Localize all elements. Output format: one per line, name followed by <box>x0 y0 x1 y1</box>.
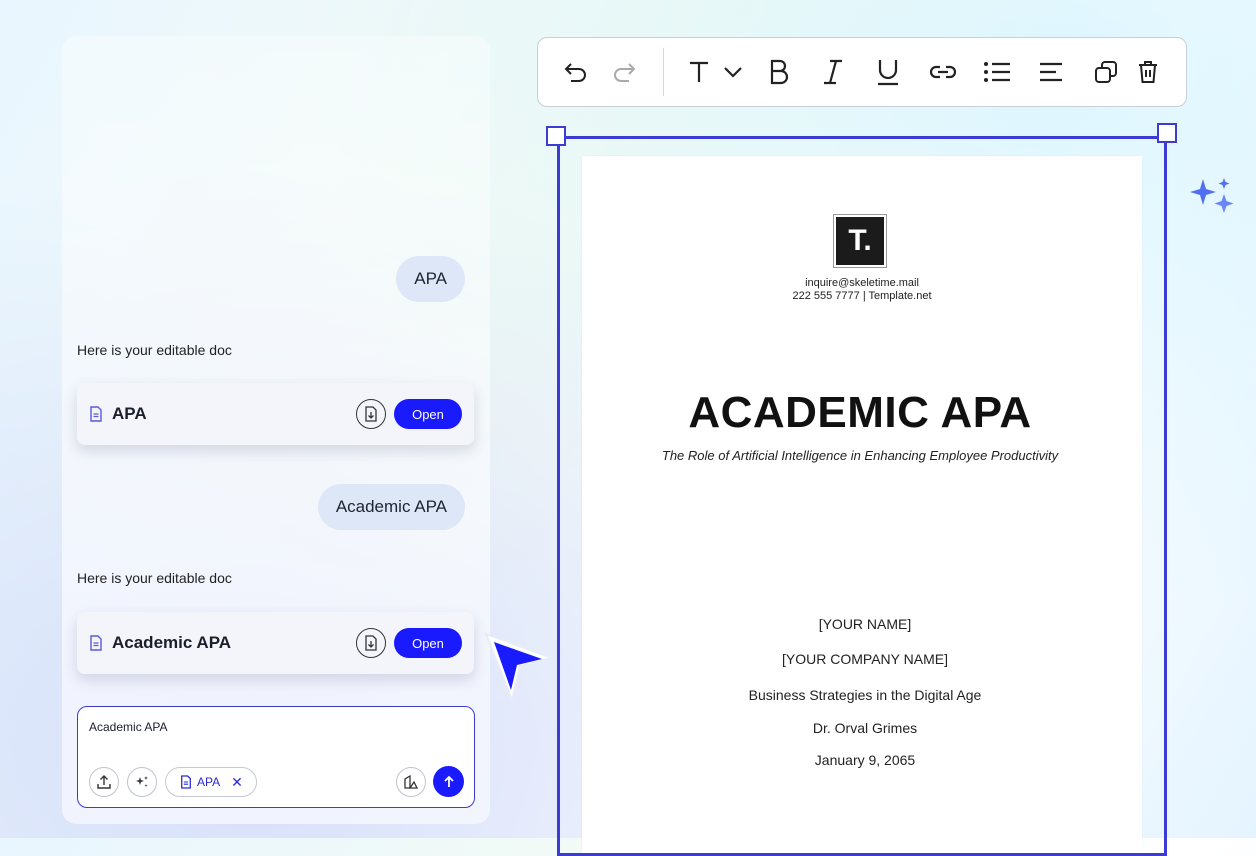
bold-icon <box>770 59 789 85</box>
link-icon <box>929 65 957 79</box>
upload-button[interactable] <box>89 767 119 797</box>
undo-icon <box>564 63 586 82</box>
duplicate-icon <box>1095 61 1117 83</box>
open-button[interactable]: Open <box>394 399 462 429</box>
selection-frame[interactable] <box>557 136 1167 856</box>
user-message-text: APA <box>414 269 447 288</box>
send-button[interactable] <box>433 766 464 797</box>
italic-icon <box>824 59 842 85</box>
sparkle-icon <box>136 776 148 788</box>
doc-card[interactable]: APA Open <box>77 383 474 445</box>
document-icon <box>90 406 102 422</box>
text-style-button[interactable] <box>683 56 715 88</box>
duplicate-button[interactable] <box>1090 56 1122 88</box>
message-composer[interactable]: Academic APA APA ✕ <box>77 706 475 808</box>
template-button[interactable] <box>396 767 426 797</box>
magic-button[interactable] <box>127 767 157 797</box>
user-message-bubble: Academic APA <box>317 484 465 530</box>
link-button[interactable] <box>927 56 959 88</box>
open-button[interactable]: Open <box>394 628 462 658</box>
bulleted-list-button[interactable] <box>981 56 1013 88</box>
user-message-bubble: APA <box>396 256 465 302</box>
delete-icon <box>1139 61 1157 83</box>
toolbar-divider <box>663 48 664 96</box>
close-icon[interactable]: ✕ <box>231 774 243 791</box>
align-button[interactable] <box>1035 56 1067 88</box>
editor-toolbar <box>537 37 1187 107</box>
assistant-message-text: Here is your editable doc <box>77 342 232 358</box>
doc-card-name: Academic APA <box>112 633 232 652</box>
arrow-up-icon <box>443 775 454 787</box>
underline-button[interactable] <box>872 56 904 88</box>
text-style-dropdown[interactable] <box>717 56 749 88</box>
delete-button[interactable] <box>1132 56 1164 88</box>
download-icon <box>365 635 377 651</box>
assistant-message-text: Here is your editable doc <box>77 570 232 586</box>
resize-handle-top-left[interactable] <box>546 126 566 146</box>
redo-button[interactable] <box>608 56 640 88</box>
attachment-chip[interactable]: APA ✕ <box>165 767 257 797</box>
user-message-text: Academic APA <box>335 497 447 516</box>
bold-button[interactable] <box>763 56 795 88</box>
pointer-cursor-icon <box>484 632 556 704</box>
download-button[interactable] <box>356 628 386 658</box>
composer-input[interactable]: Academic APA <box>89 720 167 734</box>
sparkle-icon <box>1190 178 1234 213</box>
download-button[interactable] <box>356 399 386 429</box>
document-icon <box>181 775 191 789</box>
shapes-icon <box>404 774 419 789</box>
upload-icon <box>97 775 111 789</box>
doc-card[interactable]: Academic APA Open <box>77 612 474 674</box>
doc-card-name: APA <box>112 404 147 423</box>
chat-panel: APA Here is your editable doc APA Open A… <box>62 36 490 824</box>
document-icon <box>90 635 102 651</box>
attachment-chip-label: APA <box>197 775 221 789</box>
italic-button[interactable] <box>817 56 849 88</box>
chevron-down-icon <box>724 67 742 78</box>
text-type-icon <box>690 61 708 82</box>
bulleted-list-icon <box>984 62 1010 82</box>
download-icon <box>365 406 377 422</box>
resize-handle-top-right[interactable] <box>1157 123 1177 143</box>
undo-button[interactable] <box>560 56 592 88</box>
align-left-icon <box>1040 62 1062 82</box>
underline-icon <box>878 60 898 86</box>
redo-icon <box>614 63 636 82</box>
